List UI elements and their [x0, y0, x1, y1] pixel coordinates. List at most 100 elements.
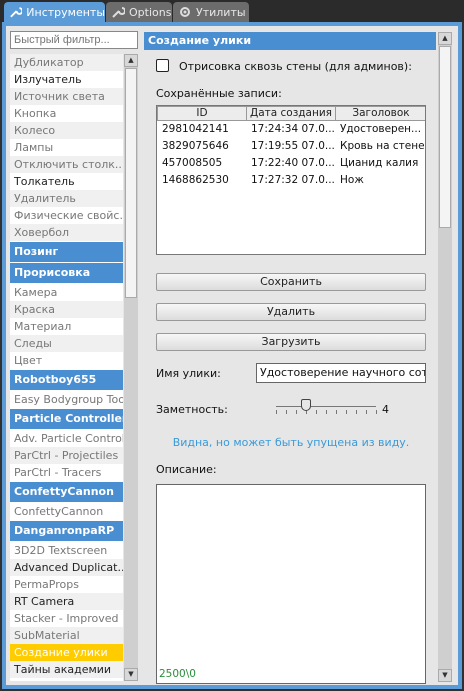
tab-label: Options	[129, 5, 172, 19]
delete-button[interactable]: Удалить	[156, 303, 426, 321]
scroll-down-arrow-icon[interactable]: ▼	[438, 669, 452, 682]
tool-item[interactable]: SubMaterial	[10, 627, 123, 644]
slider-tick	[336, 410, 337, 414]
save-button[interactable]: Сохранить	[156, 273, 426, 291]
visibility-hint: Видна, но может быть упущена из виду.	[172, 436, 410, 449]
tool-item[interactable]: Лампы	[10, 139, 123, 156]
table-row[interactable]: 457008505 17:22:40 07.0... Цианид калия	[157, 155, 425, 172]
tool-item[interactable]: Цвет	[10, 352, 123, 369]
tool-item[interactable]: ParCtrl - Tracers	[10, 464, 123, 481]
tool-window: ДубликаторИзлучательИсточник светаКнопка…	[2, 22, 462, 689]
table-cell: 17:27:32 07.0...	[251, 174, 335, 186]
slider-tick	[376, 410, 377, 414]
table-cell: Удостоверен...	[340, 123, 422, 135]
wrench-icon	[112, 7, 125, 18]
scrollbar-thumb[interactable]	[125, 68, 137, 298]
wallhack-checkbox[interactable]	[156, 59, 169, 72]
table-row[interactable]: 1468862530 17:27:32 07.0... Нож	[157, 172, 425, 189]
tab-label: Инструменты	[26, 5, 105, 19]
tool-item[interactable]: Удалитель	[10, 190, 123, 207]
slider-tick	[326, 410, 327, 414]
tool-item[interactable]: Излучатель	[10, 71, 123, 88]
table-cell: 3829075646	[162, 140, 229, 152]
tab-options[interactable]: Options	[106, 2, 172, 22]
description-textarea[interactable]	[156, 484, 426, 684]
column-header-id[interactable]: ID	[157, 106, 247, 121]
slider-tick	[316, 410, 317, 414]
tab-tools[interactable]: Инструменты	[4, 2, 105, 22]
tool-item[interactable]: Толкатель	[10, 173, 123, 190]
visibility-slider-track[interactable]	[276, 406, 376, 407]
tool-item[interactable]: PermaProps	[10, 576, 123, 593]
tab-utilities[interactable]: Утилиты	[173, 2, 249, 22]
tool-item-selected[interactable]: Создание улики	[10, 644, 123, 661]
gear-icon	[180, 7, 190, 17]
tool-item[interactable]: Физические свойс...	[10, 207, 123, 224]
category-header[interactable]: Robotboy655	[10, 370, 123, 390]
tool-item[interactable]: Advanced Duplicat...	[10, 559, 123, 576]
tool-category-list: Дубликатор Излучатель Источник света Кнопка…	[10, 54, 123, 681]
tool-item[interactable]: RT Camera	[10, 593, 123, 610]
tab-bar: Инструменты Options Утилиты	[0, 0, 464, 22]
table-cell: Кровь на стене	[340, 140, 424, 152]
slider-tick	[366, 410, 367, 414]
tool-item[interactable]: Ховербол	[10, 224, 123, 241]
visibility-slider-handle[interactable]	[301, 399, 311, 411]
tool-item[interactable]: Тайны академии	[10, 661, 123, 678]
tool-item[interactable]: Колесо	[10, 122, 123, 139]
category-header[interactable]: DanganronpaRP	[10, 521, 123, 541]
tool-item[interactable]: Adv. Particle Control	[10, 430, 123, 447]
saved-records-table: ID Дата создания Заголовок 2981042141 17:…	[156, 105, 426, 255]
tab-label: Утилиты	[196, 5, 246, 19]
tool-item[interactable]: ConfettyCannon	[10, 503, 123, 520]
slider-tick	[296, 410, 297, 414]
tool-item[interactable]: Easy Bodygroup Tool	[10, 391, 123, 408]
tool-item[interactable]: 3D2D Textscreen	[10, 542, 123, 559]
panel-scrollbar[interactable]: ▲ ▼	[438, 32, 452, 682]
description-label: Описание:	[156, 463, 217, 476]
category-header[interactable]: Позинг	[10, 242, 123, 262]
column-header-date[interactable]: Дата создания	[246, 106, 336, 121]
category-header[interactable]: Particle Controller	[10, 409, 123, 429]
slider-tick	[356, 410, 357, 414]
scrollbar-thumb[interactable]	[439, 46, 451, 228]
category-header[interactable]: Прорисовка	[10, 263, 123, 283]
table-cell: 17:22:40 07.0...	[251, 157, 335, 169]
scroll-up-arrow-icon[interactable]: ▲	[124, 54, 138, 67]
table-cell: Цианид калия	[340, 157, 419, 169]
saved-records-label: Сохранённые записи:	[156, 87, 282, 100]
scroll-up-arrow-icon[interactable]: ▲	[438, 32, 452, 45]
table-cell: Нож	[340, 174, 364, 186]
table-row[interactable]: 3829075646 17:19:55 07.0... Кровь на стене	[157, 138, 425, 155]
category-header[interactable]: ConfettyCannon	[10, 482, 123, 502]
tool-item[interactable]: Источник света	[10, 88, 123, 105]
tool-item[interactable]: Материал	[10, 318, 123, 335]
load-button[interactable]: Загрузить	[156, 333, 426, 351]
wallhack-label: Отрисовка сквозь стены (для админов):	[179, 60, 412, 73]
visibility-label: Заметность:	[156, 403, 228, 416]
table-cell: 457008505	[162, 157, 223, 169]
wrench-icon	[10, 7, 23, 18]
tool-item[interactable]: Краска	[10, 301, 123, 318]
visibility-value: 4	[382, 403, 389, 416]
table-row[interactable]: 2981042141 17:24:34 07.0... Удостоверен...	[157, 121, 425, 138]
tool-item[interactable]: Stacker - Improved	[10, 610, 123, 627]
tool-item[interactable]: Отключить столк...	[10, 156, 123, 173]
table-cell: 2981042141	[162, 123, 229, 135]
table-cell: 17:19:55 07.0...	[251, 140, 335, 152]
table-cell: 1468862530	[162, 174, 229, 186]
quick-filter-input[interactable]	[10, 31, 138, 49]
evidence-name-input[interactable]: Удостоверение научного сотрудника	[256, 363, 426, 383]
slider-tick	[286, 410, 287, 414]
tool-item[interactable]: Дубликатор	[10, 54, 123, 71]
scroll-down-arrow-icon[interactable]: ▼	[124, 668, 138, 681]
column-header-title[interactable]: Заголовок	[335, 106, 425, 121]
category-scrollbar[interactable]: ▲ ▼	[124, 54, 138, 681]
evidence-name-label: Имя улики:	[156, 367, 221, 380]
tool-item[interactable]: Кнопка	[10, 105, 123, 122]
tool-item[interactable]: ParCtrl - Projectiles	[10, 447, 123, 464]
table-cell: 17:24:34 07.0...	[251, 123, 335, 135]
tool-item[interactable]: Следы	[10, 335, 123, 352]
tool-item[interactable]: Камера	[10, 284, 123, 301]
slider-tick	[346, 410, 347, 414]
